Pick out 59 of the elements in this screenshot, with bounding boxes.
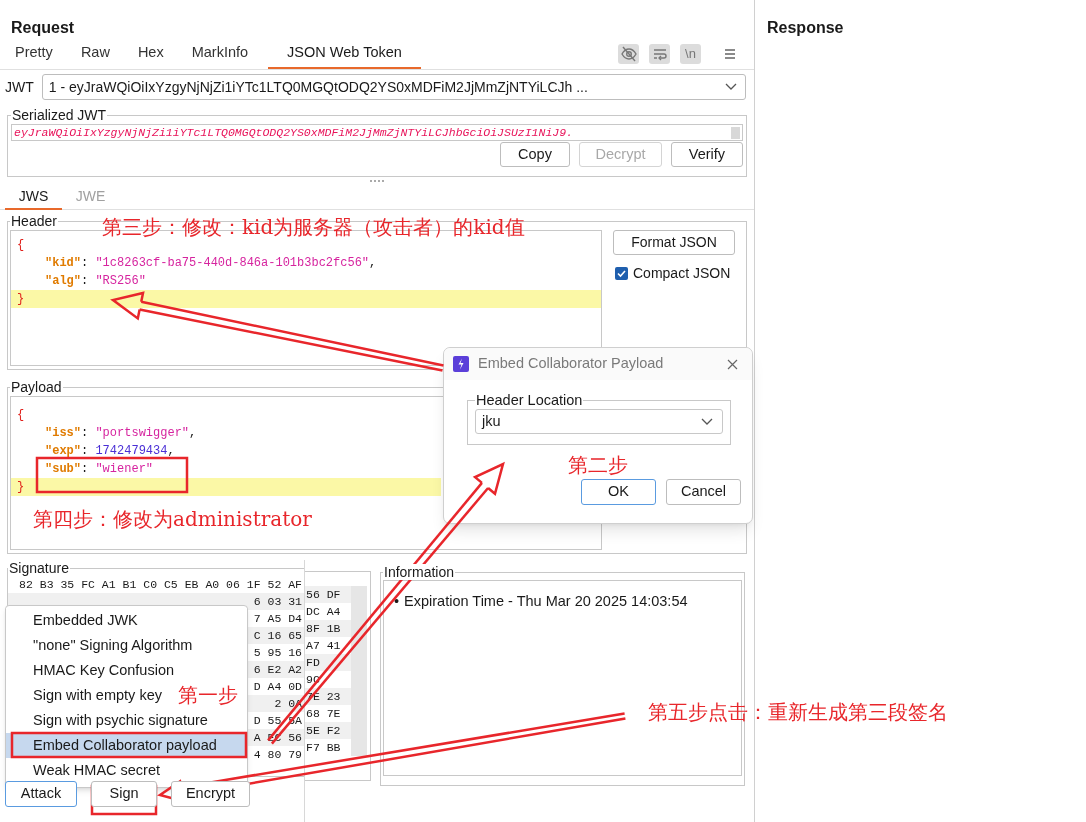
annotation-text: 第一步 <box>178 682 238 708</box>
jwt-select[interactable]: 1 - eyJraWQiOiIxYzgyNjNjZi1iYTc1LTQ0MGQtODQ2YS0xMDFiM2JjMmZjNTYiLCJh ... <box>41 74 746 100</box>
menu-item[interactable]: "none" Signing Algorithm <box>6 633 247 658</box>
chevron-down-icon <box>701 417 713 426</box>
code-line: "iss": "portswigger", <box>44 425 198 442</box>
button[interactable]: OK <box>581 479 656 505</box>
field-label: JWT <box>5 77 34 97</box>
button[interactable]: Copy <box>500 142 570 167</box>
close-icon[interactable] <box>727 358 738 370</box>
hex-row: 56 DF <box>305 586 351 603</box>
lightning-icon <box>453 356 469 372</box>
section-title: Payload <box>10 378 63 396</box>
info-text: Expiration Time - Thu Mar 20 2025 14:03:54 <box>404 592 688 611</box>
section-title: Information <box>383 564 456 580</box>
menu-item[interactable]: Weak HMAC secret <box>6 758 247 783</box>
tab[interactable]: JSON Web Token <box>268 39 421 69</box>
tab[interactable]: Raw <box>66 39 124 69</box>
hex-row: 5E F2 <box>305 722 351 739</box>
section-title: Serialized JWT <box>11 107 108 123</box>
checkbox-label[interactable]: Compact JSON <box>633 263 731 284</box>
dialog-title: Embed Collaborator Payload <box>478 354 665 374</box>
code-line: { <box>16 407 26 424</box>
wrap-button[interactable] <box>649 44 670 64</box>
button[interactable]: Sign <box>91 781 157 807</box>
eye-off-icon <box>619 45 638 63</box>
tab[interactable]: MarkInfo <box>177 39 263 69</box>
button[interactable]: Encrypt <box>171 781 250 807</box>
checkbox[interactable] <box>615 267 628 280</box>
tab[interactable]: Hex <box>123 39 178 69</box>
code-line: { <box>16 237 26 254</box>
menu-item[interactable]: Sign with psychic signature <box>6 708 247 733</box>
button[interactable]: Verify <box>671 142 743 167</box>
annotation-text: 第二步 <box>568 452 628 478</box>
annotation-text: 第三步：修改：kid为服务器（攻击者）的kid值 <box>102 214 525 240</box>
hex-row: 8F 1B <box>305 620 351 637</box>
field-label: Header Location <box>475 391 584 409</box>
button[interactable]: Attack <box>5 781 77 807</box>
chevron-down-icon <box>725 83 737 91</box>
annotation-text: 第五步点击：重新生成第三段签名 <box>648 699 948 725</box>
menu-item[interactable]: HMAC Key Confusion <box>6 658 247 683</box>
scrollbar[interactable] <box>351 586 367 756</box>
section-title: Header <box>10 212 58 230</box>
section-title: Signature <box>8 561 70 576</box>
code-line: "kid": "1c8263cf-ba75-440d-846a-101b3bc2fc56", <box>44 255 378 272</box>
code-line: "exp": 1742479434, <box>44 443 176 460</box>
code-line: "alg": "RS256" <box>44 273 147 290</box>
header-location-select[interactable]: jku <box>475 409 723 434</box>
button[interactable]: Cancel <box>666 479 741 505</box>
annotation-text: 第四步：修改为administrator <box>33 506 312 532</box>
hide-button[interactable] <box>618 44 639 64</box>
splitter-handle[interactable] <box>370 179 384 183</box>
code-line: "sub": "wiener" <box>44 461 155 478</box>
pane-title: Response <box>767 19 844 36</box>
tab[interactable]: Pretty <box>1 39 67 69</box>
bullet: • <box>394 592 400 611</box>
scrollbar[interactable] <box>731 126 740 139</box>
format-json-button[interactable]: Format JSON <box>613 230 735 255</box>
menu-item[interactable]: Embedded JWK <box>6 608 247 633</box>
pane-title: Request <box>11 19 75 36</box>
